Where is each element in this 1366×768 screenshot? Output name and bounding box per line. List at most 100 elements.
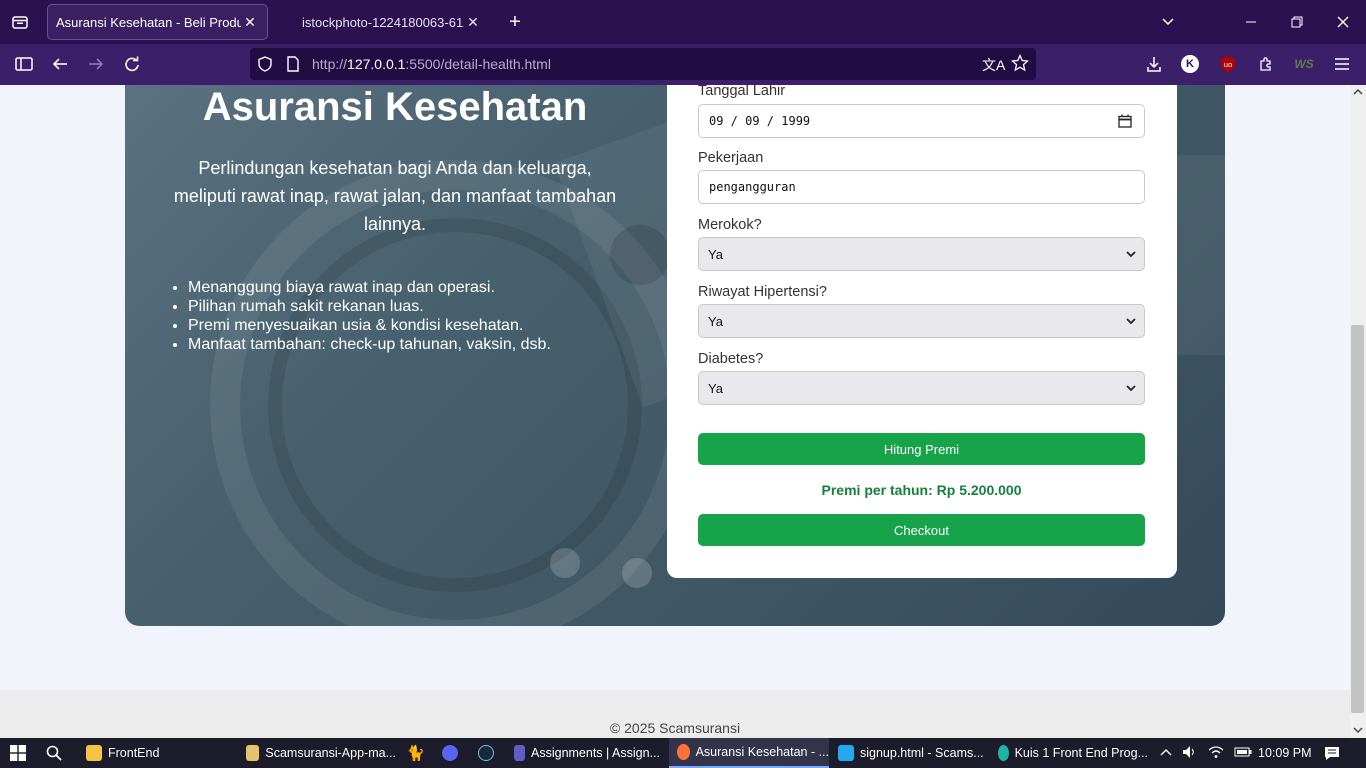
taskbar-item-edge[interactable]: Kuis 1 Front End Prog... (998, 738, 1148, 768)
close-icon[interactable]: ✕ (464, 14, 482, 31)
translate-icon[interactable]: 文A (982, 55, 1005, 75)
calendar-icon[interactable] (1118, 114, 1132, 131)
chevron-down-icon (1126, 318, 1136, 325)
teams-icon (514, 745, 525, 761)
close-window-icon[interactable] (1331, 10, 1355, 34)
github-icon[interactable]: 🐈 (406, 738, 425, 768)
taskbar-item-label: Assignments | Assign... (531, 746, 660, 760)
premium-form-card: Tanggal Lahir 09 / 09 / 1999 Pekerjaan p… (667, 85, 1177, 578)
taskbar-item-notes[interactable]: Scamsuransi-App-ma... (246, 738, 396, 768)
wifi-icon[interactable] (1208, 745, 1224, 762)
extensions-icon[interactable] (1254, 52, 1278, 76)
forward-arrow-icon[interactable] (84, 52, 108, 76)
premium-result: Premi per tahun: Rp 5.200.000 (821, 482, 1022, 498)
url-bar[interactable]: http://127.0.0.1:5500/detail-health.html… (250, 48, 1036, 80)
edge-icon (998, 745, 1009, 761)
account-k-icon[interactable]: K (1178, 52, 1202, 76)
calculate-premium-button[interactable]: Hitung Premi (698, 433, 1145, 465)
system-tray (1160, 738, 1252, 768)
windows-taskbar: FrontEnd Scamsuransi-App-ma... 🐈 Assignm… (0, 738, 1366, 768)
scrollbar-thumb[interactable] (1351, 325, 1364, 713)
download-icon[interactable] (1142, 52, 1166, 76)
checkout-button[interactable]: Checkout (698, 514, 1145, 546)
windows-start-icon[interactable] (10, 738, 26, 768)
extension-ws-icon[interactable]: WS (1292, 52, 1316, 76)
taskbar-item-frontend[interactable]: FrontEnd (84, 738, 231, 768)
steam-icon[interactable] (478, 738, 494, 768)
taskbar-item-label: Asuransi Kesehatan - ... (695, 745, 829, 759)
hero-description: Perlindungan kesehatan bagi Anda dan kel… (173, 158, 617, 234)
scroll-down-icon[interactable] (1353, 726, 1363, 734)
minimize-icon[interactable] (1239, 10, 1263, 34)
restore-icon[interactable] (1285, 10, 1309, 34)
url-path: :5500/detail-health.html (405, 56, 551, 72)
hero-title: Asuransi Kesehatan (202, 85, 588, 129)
footer-copyright: © 2025 Scamsuransi (609, 720, 741, 736)
taskbar-item-firefox[interactable]: Asuransi Kesehatan - ... (669, 738, 829, 768)
taskbar-item-teams[interactable]: Assignments | Assign... (514, 738, 660, 768)
svg-text:uo: uo (1224, 61, 1233, 69)
url-prefix: http:// (312, 56, 348, 72)
benefit-item: Premi menyesuaikan usia & kondisi keseha… (188, 316, 608, 335)
notification-icon[interactable] (1324, 738, 1340, 768)
taskbar-clock[interactable]: 10:09 PM (1258, 738, 1312, 768)
diabetes-value: Ya (708, 380, 723, 396)
search-icon[interactable] (46, 738, 62, 768)
benefit-item: Pilihan rumah sakit rekanan luas. (188, 297, 608, 316)
smoke-value: Ya (708, 246, 723, 262)
benefit-list: Menanggung biaya rawat inap dan operasi.… (188, 278, 608, 354)
url-text[interactable]: http://127.0.0.1:5500/detail-health.html (312, 56, 551, 72)
page-footer: © 2025 Scamsuransi (0, 690, 1350, 738)
reload-icon[interactable] (120, 52, 144, 76)
back-arrow-icon[interactable] (48, 52, 72, 76)
birthdate-input[interactable]: 09 / 09 / 1999 (698, 104, 1145, 138)
new-tab-plus-icon[interactable]: + (504, 10, 526, 34)
volume-icon[interactable] (1182, 745, 1198, 762)
folder-icon (86, 745, 102, 761)
tab-istockphoto[interactable]: istockphoto-1224180063-612x6 ✕ (294, 4, 490, 40)
job-value: pengangguran (709, 180, 796, 194)
tab-title: Asuransi Kesehatan - Beli Produk (56, 14, 241, 30)
star-icon[interactable] (1010, 53, 1030, 77)
vscode-icon (838, 745, 854, 761)
ublock-icon[interactable]: uo (1216, 52, 1240, 76)
url-host: 127.0.0.1 (347, 56, 406, 72)
diabetes-select[interactable]: Ya (698, 371, 1145, 405)
battery-icon[interactable] (1234, 746, 1252, 761)
tab-title: istockphoto-1224180063-612x6 (302, 14, 464, 30)
browser-nav-bar: http://127.0.0.1:5500/detail-health.html… (0, 44, 1366, 85)
close-icon[interactable]: ✕ (241, 14, 259, 31)
taskbar-item-label: FrontEnd (108, 746, 160, 760)
chevron-up-icon[interactable] (1160, 746, 1172, 760)
taskbar-item-label: signup.html - Scams... (860, 746, 984, 760)
smoke-select[interactable]: Ya (698, 237, 1145, 271)
taskbar-item-label: Kuis 1 Front End Prog... (1014, 746, 1148, 760)
taskbar-item-label: Scamsuransi-App-ma... (265, 746, 396, 760)
job-input[interactable]: pengangguran (698, 170, 1145, 204)
firefox-icon (677, 744, 690, 760)
job-label: Pekerjaan (698, 150, 764, 166)
taskbar-item-vscode[interactable]: signup.html - Scams... (838, 738, 988, 768)
benefit-item: Menanggung biaya rawat inap dan operasi. (188, 278, 608, 297)
scroll-up-icon[interactable] (1353, 88, 1363, 96)
hypertension-value: Ya (708, 313, 723, 329)
browser-tab-bar: Asuransi Kesehatan - Beli Produk ✕ istoc… (0, 0, 1366, 44)
page-info-icon[interactable] (287, 56, 299, 77)
smoke-label: Merokok? (698, 217, 762, 233)
tab-asuransi-kesehatan[interactable]: Asuransi Kesehatan - Beli Produk ✕ (47, 4, 268, 40)
diabetes-label: Diabetes? (698, 351, 764, 367)
birthdate-value: 09 / 09 / 1999 (709, 114, 811, 128)
chevron-down-icon (1126, 251, 1136, 258)
menu-icon[interactable] (1330, 52, 1354, 76)
tab-list-icon[interactable] (8, 10, 32, 34)
shield-icon[interactable] (258, 56, 272, 77)
hypertension-label: Riwayat Hipertensi? (698, 284, 827, 300)
birthdate-label: Tanggal Lahir (698, 85, 786, 99)
chevron-down-icon (1126, 385, 1136, 392)
page-viewport: Asuransi Kesehatan Perlindungan kesehata… (0, 85, 1350, 738)
discord-icon[interactable] (442, 738, 458, 768)
sidebar-icon[interactable] (12, 52, 36, 76)
hypertension-select[interactable]: Ya (698, 304, 1145, 338)
notes-icon (246, 745, 260, 761)
chevron-down-icon[interactable] (1156, 10, 1180, 34)
